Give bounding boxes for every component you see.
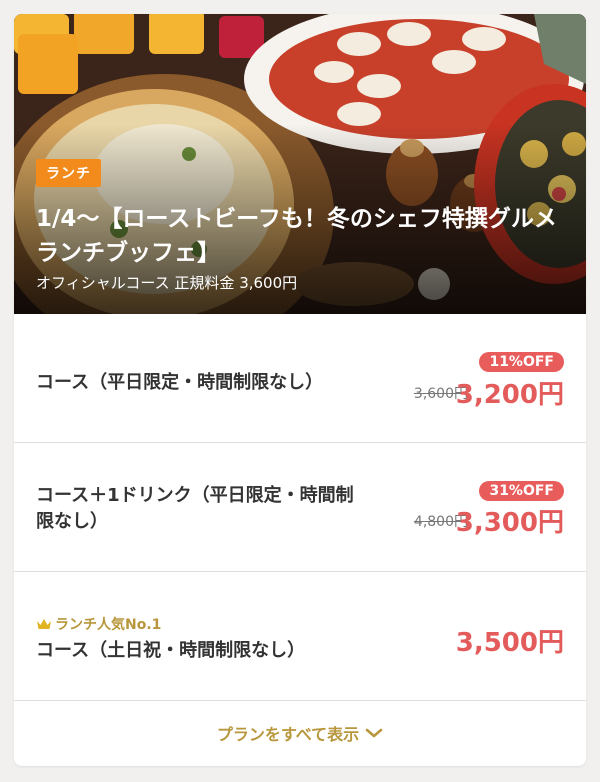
sale-price: 3,300円 [455, 508, 564, 538]
plan-name: コース（平日限定・時間制限なし） [36, 372, 324, 393]
sale-price: 3,200円 [455, 380, 564, 410]
plan-name: コース＋1ドリンク（平日限定・時間制限なし） [36, 485, 354, 532]
official-price: オフィシャルコース 正規料金 3,600円 [36, 274, 298, 292]
popular-label: ランチ人気No.1 [36, 614, 161, 634]
chevron-down-icon [365, 728, 383, 738]
plan-row[interactable]: コース（平日限定・時間制限なし） 11%OFF 3,600円 3,200円 [14, 314, 586, 443]
plan-row[interactable]: ランチ人気No.1 コース（土日祝・時間制限なし） 3,500円 [14, 572, 586, 701]
popular-text: ランチ人気No.1 [55, 617, 162, 633]
lunch-badge: ランチ [36, 159, 101, 187]
show-all-label: プランをすべて表示 [216, 725, 360, 744]
hero-image[interactable]: ランチ 1/4〜【ローストビーフも！冬のシェフ特撰グルメランチブッフェ】 オフィ… [14, 14, 586, 314]
crown-icon [37, 619, 51, 629]
discount-badge: 31%OFF [479, 481, 564, 501]
sale-price: 3,500円 [455, 628, 564, 658]
discount-badge: 11%OFF [479, 352, 564, 372]
plan-name: コース（土日祝・時間制限なし） [36, 640, 306, 661]
plan-card: ランチ 1/4〜【ローストビーフも！冬のシェフ特撰グルメランチブッフェ】 オフィ… [14, 14, 586, 766]
plan-title[interactable]: 1/4〜【ローストビーフも！冬のシェフ特撰グルメランチブッフェ】 [36, 202, 566, 270]
plan-row[interactable]: コース＋1ドリンク（平日限定・時間制限なし） 31%OFF 4,800円 3,3… [14, 443, 586, 572]
show-all-plans-button[interactable]: プランをすべて表示 [14, 701, 586, 765]
